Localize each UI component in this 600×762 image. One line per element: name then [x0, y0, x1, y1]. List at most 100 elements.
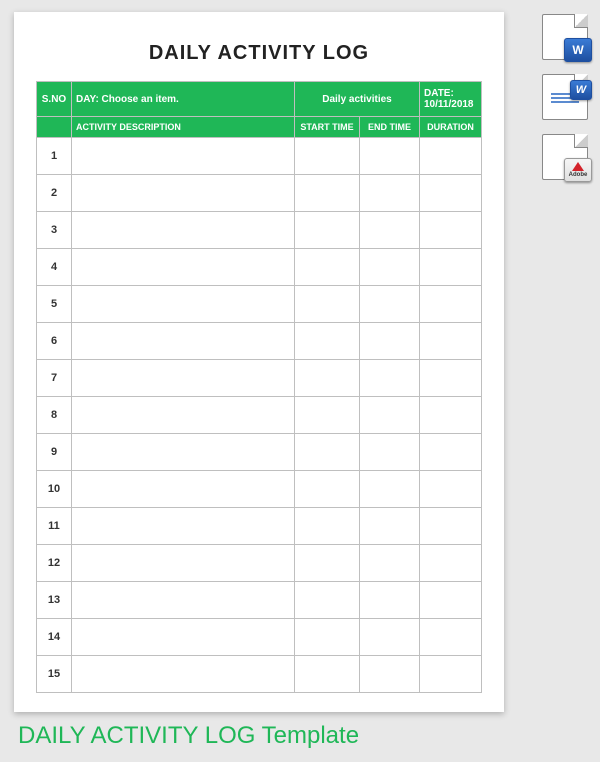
cell-dur: [420, 286, 482, 323]
cell-end: [359, 286, 419, 323]
cell-dur: [420, 656, 482, 693]
cell-dur: [420, 212, 482, 249]
cell-desc: [72, 619, 295, 656]
cell-start: [294, 434, 359, 471]
cell-end: [359, 138, 419, 175]
table-row: 13: [37, 582, 482, 619]
table-body: 123456789101112131415: [37, 138, 482, 693]
table-header-row-1: S.NO DAY: Choose an item. Daily activiti…: [37, 82, 482, 117]
page-footer-title: DAILY ACTIVITY LOG Template: [18, 722, 359, 750]
cell-desc: [72, 471, 295, 508]
cell-sn: 11: [37, 508, 72, 545]
cell-end: [359, 619, 419, 656]
table-row: 6: [37, 323, 482, 360]
cell-desc: [72, 360, 295, 397]
cell-sn: 12: [37, 545, 72, 582]
word-icon[interactable]: W: [542, 14, 588, 60]
cell-sn: 14: [37, 619, 72, 656]
cell-desc: [72, 508, 295, 545]
cell-sn: 1: [37, 138, 72, 175]
cell-start: [294, 138, 359, 175]
cell-dur: [420, 138, 482, 175]
pdf-triangle-icon: [572, 162, 584, 171]
cell-sn: 3: [37, 212, 72, 249]
table-row: 10: [37, 471, 482, 508]
cell-desc: [72, 434, 295, 471]
table-row: 5: [37, 286, 482, 323]
cell-dur: [420, 397, 482, 434]
table-row: 11: [37, 508, 482, 545]
table-row: 12: [37, 545, 482, 582]
table-row: 14: [37, 619, 482, 656]
word-badge: W: [564, 38, 592, 62]
col-sn-blank: [37, 117, 72, 138]
cell-start: [294, 249, 359, 286]
header-date: DATE: 10/11/2018: [420, 82, 482, 117]
activity-log-table: S.NO DAY: Choose an item. Daily activiti…: [36, 81, 482, 693]
cell-start: [294, 545, 359, 582]
cell-sn: 7: [37, 360, 72, 397]
cell-dur: [420, 323, 482, 360]
document-title: DAILY ACTIVITY LOG: [36, 42, 482, 65]
cell-desc: [72, 545, 295, 582]
cell-sn: 5: [37, 286, 72, 323]
pdf-icon[interactable]: Adobe: [542, 134, 588, 180]
cell-end: [359, 397, 419, 434]
cell-sn: 6: [37, 323, 72, 360]
table-row: 3: [37, 212, 482, 249]
download-icons: W W Adobe: [518, 14, 588, 180]
cell-end: [359, 508, 419, 545]
header-sno: S.NO: [37, 82, 72, 117]
cell-end: [359, 434, 419, 471]
table-row: 9: [37, 434, 482, 471]
cell-dur: [420, 249, 482, 286]
cell-sn: 15: [37, 656, 72, 693]
cell-start: [294, 471, 359, 508]
cell-start: [294, 656, 359, 693]
col-start: START TIME: [294, 117, 359, 138]
col-desc: ACTIVITY DESCRIPTION: [72, 117, 295, 138]
cell-start: [294, 397, 359, 434]
cell-desc: [72, 212, 295, 249]
cell-end: [359, 471, 419, 508]
cell-end: [359, 545, 419, 582]
word-doc-icon[interactable]: W: [542, 74, 588, 120]
cell-start: [294, 212, 359, 249]
table-row: 7: [37, 360, 482, 397]
table-row: 1: [37, 138, 482, 175]
cell-dur: [420, 619, 482, 656]
document-page: DAILY ACTIVITY LOG S.NO DAY: Choose an i…: [14, 12, 504, 712]
table-row: 8: [37, 397, 482, 434]
cell-desc: [72, 582, 295, 619]
cell-dur: [420, 434, 482, 471]
cell-end: [359, 175, 419, 212]
cell-start: [294, 508, 359, 545]
cell-end: [359, 656, 419, 693]
pdf-badge: Adobe: [564, 158, 592, 182]
cell-start: [294, 323, 359, 360]
table-row: 15: [37, 656, 482, 693]
cell-desc: [72, 323, 295, 360]
cell-desc: [72, 175, 295, 212]
cell-sn: 9: [37, 434, 72, 471]
cell-start: [294, 582, 359, 619]
word-doc-badge: W: [570, 80, 592, 100]
cell-end: [359, 212, 419, 249]
cell-dur: [420, 360, 482, 397]
col-end: END TIME: [359, 117, 419, 138]
cell-sn: 2: [37, 175, 72, 212]
cell-end: [359, 360, 419, 397]
cell-start: [294, 360, 359, 397]
cell-desc: [72, 286, 295, 323]
cell-desc: [72, 397, 295, 434]
table-row: 2: [37, 175, 482, 212]
cell-start: [294, 286, 359, 323]
table-row: 4: [37, 249, 482, 286]
cell-desc: [72, 249, 295, 286]
cell-sn: 8: [37, 397, 72, 434]
cell-end: [359, 323, 419, 360]
cell-desc: [72, 656, 295, 693]
cell-end: [359, 582, 419, 619]
header-activities: Daily activities: [294, 82, 419, 117]
cell-end: [359, 249, 419, 286]
